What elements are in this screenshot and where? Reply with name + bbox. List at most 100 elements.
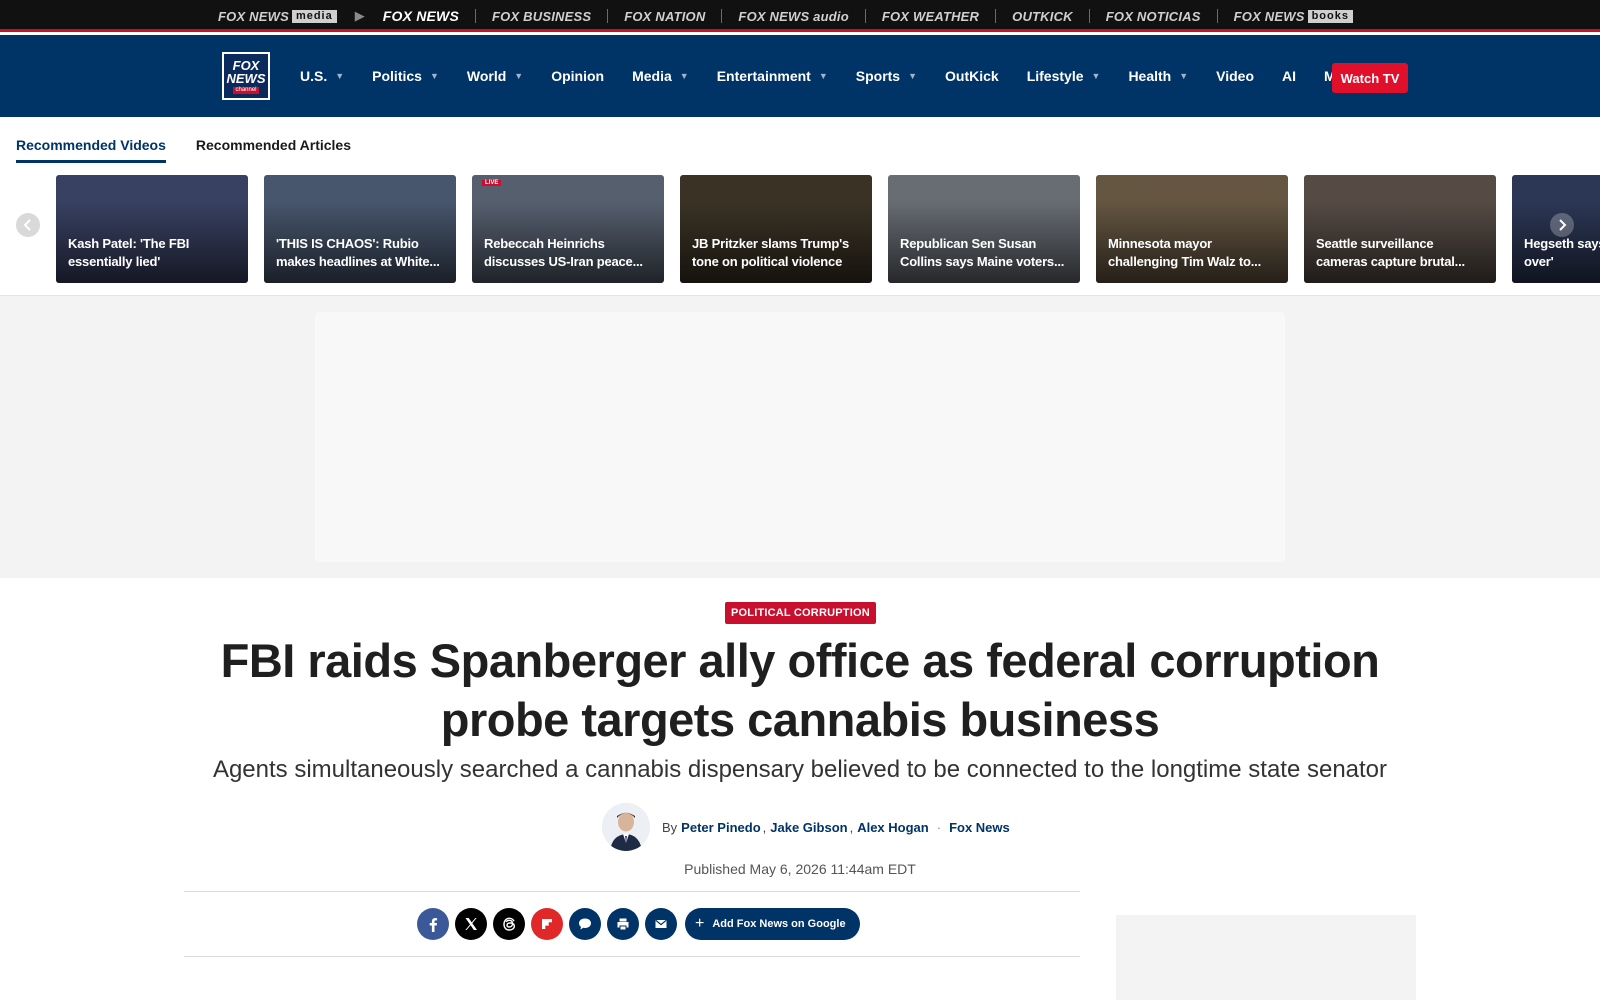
- video-card[interactable]: LIVE Rebeccah Heinrichs discusses US-Iran…: [472, 175, 664, 283]
- author-link[interactable]: Jake Gibson: [770, 820, 847, 835]
- threads-icon: [503, 917, 516, 931]
- nav-item-label: Video: [1216, 68, 1255, 84]
- network-link-label: FOX NEWS: [1233, 8, 1305, 24]
- network-separator: [475, 9, 477, 23]
- share-divider-top: [184, 891, 1080, 892]
- network-link[interactable]: FOX NATION: [624, 9, 705, 24]
- video-card[interactable]: JB Pritzker slams Trump's tone on politi…: [680, 175, 872, 283]
- nav-item[interactable]: U.S. ▼: [300, 68, 344, 84]
- nav-item-label: Media: [632, 68, 672, 84]
- author-link[interactable]: Peter Pinedo: [681, 820, 760, 835]
- nav-item-label: Opinion: [551, 68, 605, 84]
- network-link-label: FOX WEATHER: [881, 8, 980, 24]
- tab-recommended-articles[interactable]: Recommended Articles: [196, 137, 351, 163]
- nav-item[interactable]: Entertainment ▼: [717, 68, 828, 84]
- byline-text: By Peter Pinedo , Jake Gibson , Alex Hog…: [662, 820, 1010, 835]
- nav-item[interactable]: Media ▼: [632, 68, 689, 84]
- share-button[interactable]: [531, 908, 563, 940]
- fox-news-logo[interactable]: FOX NEWS channel: [222, 52, 270, 100]
- carousel-next-button[interactable]: [1550, 213, 1574, 237]
- add-google-label: Add Fox News on Google: [712, 918, 846, 930]
- caret-down-icon: ▼: [335, 71, 345, 81]
- video-card[interactable]: Seattle surveillance cameras capture bru…: [1304, 175, 1496, 283]
- network-bar: FOX NEWS media ▶ FOX NEWS FOX BUSINESS FOX NA…: [0, 0, 1600, 32]
- network-link-label: OUTKICK: [1012, 8, 1073, 24]
- tab-recommended-videos[interactable]: Recommended Videos: [16, 137, 166, 163]
- nav-item-label: AI: [1282, 68, 1297, 84]
- network-link[interactable]: FOX NOTICIAS: [1106, 9, 1201, 24]
- recommended-tabs: Recommended Videos Recommended Articles: [16, 137, 381, 163]
- network-link[interactable]: FOX NEWS audio: [738, 9, 848, 24]
- network-separator: [1216, 9, 1218, 23]
- network-link-label: FOX NEWS audio: [738, 8, 849, 24]
- outlet-link[interactable]: Fox News: [949, 820, 1010, 835]
- network-separator: [607, 9, 609, 23]
- x-icon: [465, 918, 477, 930]
- network-link-label: FOX NOTICIAS: [1105, 8, 1201, 24]
- watch-tv-button[interactable]: Watch TV: [1332, 63, 1408, 93]
- network-separator: [1088, 9, 1090, 23]
- nav-item[interactable]: Politics ▼: [372, 68, 439, 84]
- nav-item[interactable]: Sports ▼: [856, 68, 917, 84]
- caret-down-icon: ▼: [429, 71, 439, 81]
- logo-text-line1: FOX: [232, 57, 260, 73]
- nav-menu: U.S. ▼ Politics ▼ World ▼ Opinion Media ▼ Enterta…: [300, 35, 1404, 117]
- video-card[interactable]: Republican Sen Susan Collins says Maine …: [888, 175, 1080, 283]
- share-button[interactable]: [607, 908, 639, 940]
- video-card[interactable]: 'THIS IS CHAOS': Rubio makes headlines a…: [264, 175, 456, 283]
- network-separator: [721, 9, 723, 23]
- print-icon: [617, 918, 629, 930]
- byline: By Peter Pinedo , Jake Gibson , Alex Hog…: [602, 803, 1010, 851]
- nav-item-label: Politics: [372, 68, 422, 84]
- nav-item-label: Sports: [855, 68, 901, 84]
- video-card[interactable]: Minnesota mayor challenging Tim Walz to.…: [1096, 175, 1288, 283]
- share-button[interactable]: [493, 908, 525, 940]
- video-card-title: Minnesota mayor challenging Tim Walz to.…: [1108, 236, 1261, 269]
- network-separator: [864, 9, 866, 23]
- video-card-title: Seattle surveillance cameras capture bru…: [1316, 236, 1465, 269]
- nav-item-label: OutKick: [945, 68, 999, 84]
- network-link-label: FOX NEWS: [218, 8, 289, 24]
- network-link[interactable]: FOX NEWS media: [218, 9, 337, 24]
- author-avatar[interactable]: [602, 803, 650, 851]
- nav-item[interactable]: Video: [1216, 68, 1254, 84]
- share-button[interactable]: [569, 908, 601, 940]
- carousel-prev-button[interactable]: [16, 213, 40, 237]
- nav-item[interactable]: OutKick: [945, 68, 999, 84]
- nav-item[interactable]: AI: [1282, 68, 1296, 84]
- share-button[interactable]: [645, 908, 677, 940]
- video-carousel: Kash Patel: 'The FBI essentially lied' 'T…: [0, 175, 1600, 283]
- add-fox-news-on-google-button[interactable]: + Add Fox News on Google: [685, 908, 860, 940]
- nav-item[interactable]: Opinion: [551, 68, 604, 84]
- category-eyebrow-tag[interactable]: POLITICAL CORRUPTION: [725, 602, 876, 624]
- video-card-title: Rebeccah Heinrichs discusses US-Iran pea…: [484, 236, 643, 269]
- plus-icon: +: [695, 915, 705, 932]
- caret-down-icon: ▼: [908, 71, 918, 81]
- video-card-list: Kash Patel: 'The FBI essentially lied' 'T…: [56, 175, 1600, 283]
- network-link[interactable]: FOX NEWS books: [1234, 9, 1353, 24]
- nav-item-label: World: [466, 68, 507, 84]
- nav-item-label: Entertainment: [716, 68, 811, 84]
- network-link[interactable]: OUTKICK: [1012, 9, 1073, 24]
- article-subheadline: Agents simultaneously searched a cannabi…: [212, 756, 1388, 783]
- share-button[interactable]: [455, 908, 487, 940]
- video-card-title: Republican Sen Susan Collins says Maine …: [900, 236, 1065, 269]
- network-arrow-icon: ▶: [354, 8, 365, 23]
- share-button[interactable]: [417, 908, 449, 940]
- video-card[interactable]: Kash Patel: 'The FBI essentially lied': [56, 175, 248, 283]
- published-timestamp: Published May 6, 2026 11:44am EDT: [684, 861, 916, 877]
- network-link[interactable]: FOX BUSINESS: [492, 9, 591, 24]
- author-link[interactable]: Alex Hogan: [857, 820, 929, 835]
- chevron-right-icon: [1559, 219, 1567, 231]
- network-separator: [995, 9, 997, 23]
- nav-item[interactable]: Health ▼: [1128, 68, 1188, 84]
- chevron-left-icon: [23, 219, 31, 231]
- video-card-title: 'THIS IS CHAOS': Rubio makes headlines a…: [276, 236, 440, 269]
- network-link[interactable]: FOX WEATHER: [882, 9, 979, 24]
- network-link-label: FOX NATION: [624, 8, 706, 24]
- nav-item[interactable]: Lifestyle ▼: [1027, 68, 1101, 84]
- nav-item[interactable]: World ▼: [467, 68, 523, 84]
- share-divider-bottom: [184, 956, 1080, 957]
- network-link[interactable]: FOX NEWS: [383, 8, 459, 24]
- nav-item-label: Lifestyle: [1026, 68, 1084, 84]
